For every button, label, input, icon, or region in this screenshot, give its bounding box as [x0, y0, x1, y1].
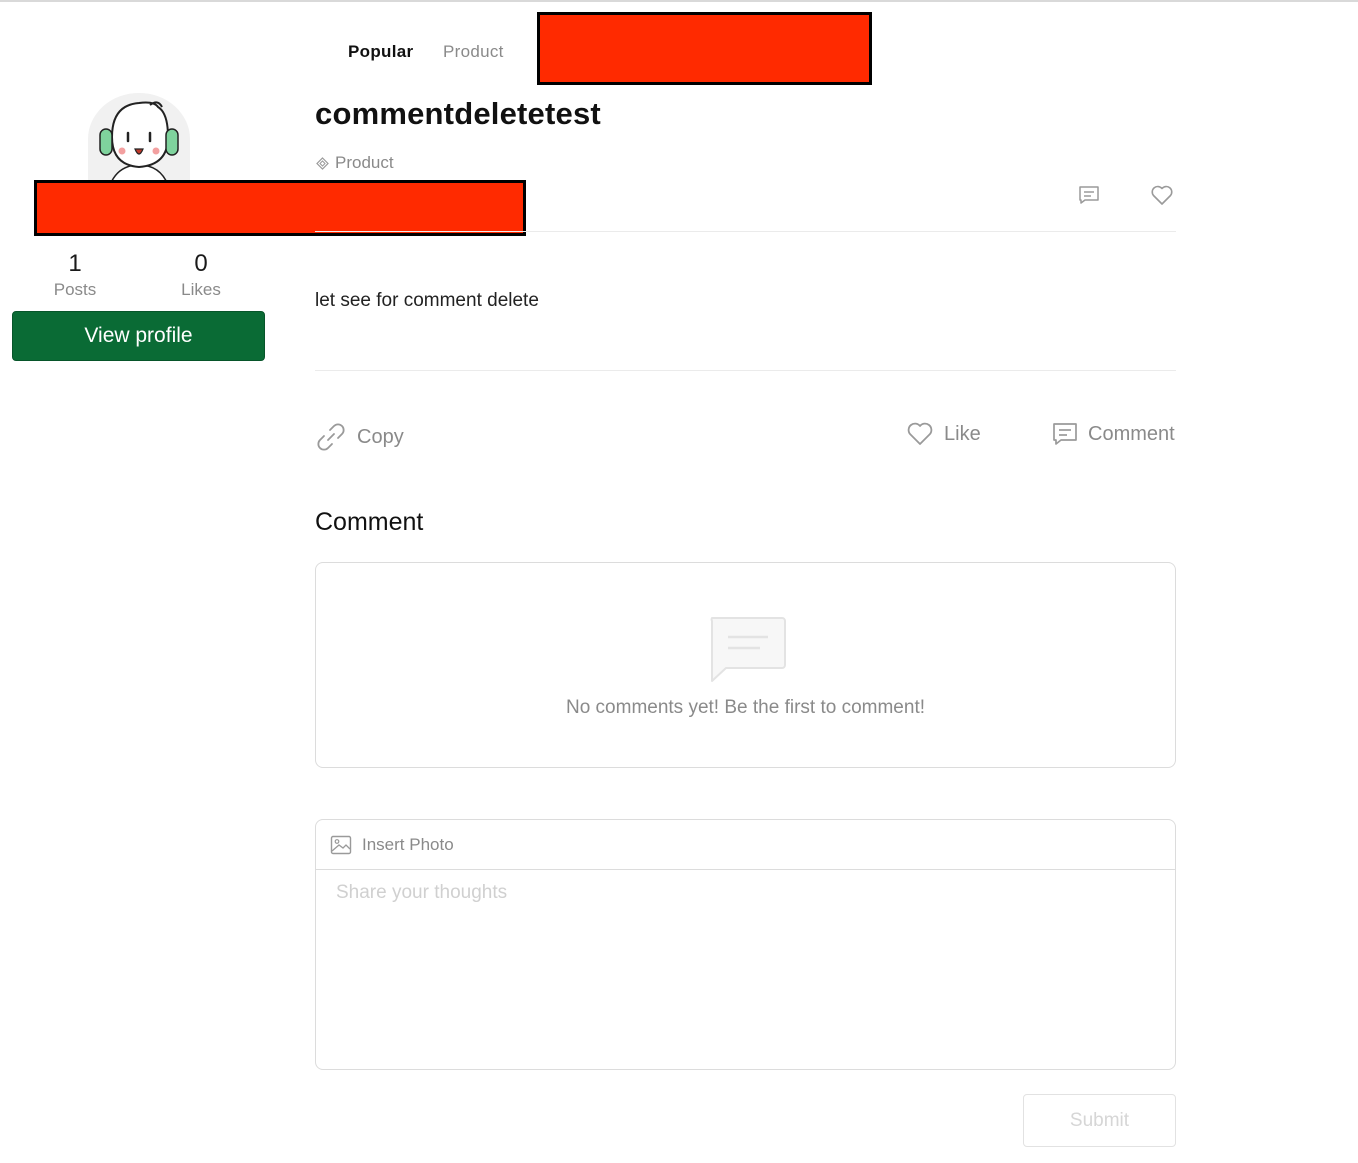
comment-icon [1053, 423, 1077, 445]
insert-photo-label: Insert Photo [362, 834, 454, 854]
submit-button[interactable]: Submit [1023, 1094, 1176, 1147]
category-icon [316, 156, 329, 170]
posts-label: Posts [53, 280, 97, 299]
image-icon [330, 835, 352, 854]
comments-empty-state: No comments yet! Be the first to comment… [315, 562, 1176, 768]
likes-count: 0 [194, 250, 208, 277]
heart-icon[interactable] [1150, 184, 1174, 211]
avatar-illustration [89, 93, 189, 185]
comment-icon[interactable] [1078, 184, 1100, 211]
link-icon [317, 423, 345, 451]
post-category[interactable]: Product [316, 153, 394, 173]
comment-label: Comment [1088, 422, 1175, 445]
divider [315, 370, 1176, 371]
empty-comments-text: No comments yet! Be the first to comment… [565, 697, 925, 718]
redacted-username [34, 180, 526, 236]
comment-editor: Insert Photo [315, 819, 1176, 1070]
tab-product[interactable]: Product [443, 42, 504, 62]
post-title: commentdeletetest [315, 96, 601, 131]
posts-count: 1 [68, 250, 82, 277]
view-profile-button[interactable]: View profile [12, 311, 265, 361]
top-border [0, 0, 1358, 2]
like-label: Like [944, 422, 981, 445]
like-button[interactable]: Like [906, 421, 981, 447]
avatar[interactable] [88, 93, 190, 185]
category-label: Product [335, 153, 394, 172]
post-body: let see for comment delete [315, 290, 539, 311]
copy-label: Copy [357, 425, 404, 448]
redacted-region [537, 12, 872, 85]
divider [315, 231, 1176, 232]
insert-photo-button[interactable]: Insert Photo [316, 820, 1175, 870]
comment-icon [710, 617, 786, 682]
comment-input[interactable] [316, 870, 1175, 1068]
tab-popular[interactable]: Popular [348, 42, 413, 62]
comment-section-title: Comment [315, 508, 424, 536]
copy-button[interactable]: Copy [315, 421, 404, 453]
likes-label: Likes [181, 280, 221, 299]
heart-icon [907, 422, 933, 445]
comment-button[interactable]: Comment [1052, 421, 1175, 447]
